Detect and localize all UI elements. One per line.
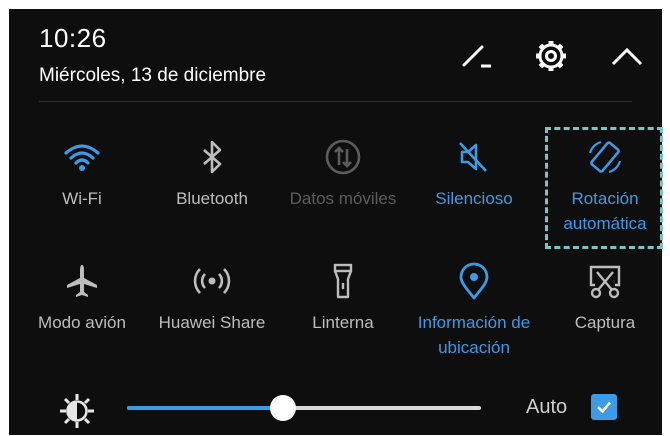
wifi-icon (20, 136, 144, 178)
tile-label: Bluetooth (176, 189, 248, 208)
bluetooth-icon (150, 136, 274, 178)
tile-label: Modo avión (38, 313, 126, 332)
tile-huawei-share[interactable]: Huawei Share (150, 260, 274, 335)
tile-label: Datos móviles (289, 189, 397, 208)
brightness-thumb[interactable] (269, 395, 296, 421)
location-icon (412, 260, 536, 302)
airplane-icon (20, 260, 144, 302)
tile-airplane-mode[interactable]: Modo avión (20, 260, 144, 335)
tile-location[interactable]: Información de ubicación (412, 260, 536, 360)
mobile-data-icon (281, 136, 405, 178)
edit-icon[interactable] (455, 36, 495, 76)
tile-mobile-data[interactable]: Datos móviles (281, 136, 405, 211)
status-date: Miércoles, 13 de diciembre (39, 65, 267, 86)
tile-flashlight[interactable]: Linterna (281, 260, 405, 335)
tile-label: Huawei Share (158, 313, 266, 332)
huawei-share-icon (150, 260, 274, 302)
tile-silent[interactable]: Silencioso (412, 136, 536, 211)
tile-bluetooth[interactable]: Bluetooth (150, 136, 274, 211)
collapse-chevron-up-icon[interactable] (607, 36, 647, 76)
brightness-fill (127, 406, 283, 410)
settings-gear-icon[interactable] (531, 36, 571, 76)
tile-wifi[interactable]: Wi-Fi (20, 136, 144, 211)
auto-brightness-label: Auto (526, 396, 568, 418)
brightness-icon (57, 391, 97, 431)
tile-label: Silencioso (435, 189, 513, 208)
tile-label: Captura (574, 313, 636, 332)
screenshot-icon (543, 260, 667, 302)
quick-settings-panel: 10:26 Miércoles, 13 de diciembre Wi-Fi B… (9, 9, 663, 435)
tile-label: Información de ubicación (417, 313, 531, 357)
checkmark-icon (597, 401, 611, 414)
tile-label: Wi-Fi (62, 189, 102, 208)
flashlight-icon (281, 260, 405, 302)
silent-icon (412, 136, 536, 178)
selection-highlight (545, 127, 663, 249)
tile-label: Linterna (312, 313, 374, 332)
brightness-slider[interactable] (127, 395, 481, 421)
tile-screenshot[interactable]: Captura (543, 260, 667, 335)
status-time: 10:26 (39, 23, 107, 53)
header-divider (39, 101, 632, 102)
auto-brightness-checkbox[interactable] (591, 394, 617, 420)
